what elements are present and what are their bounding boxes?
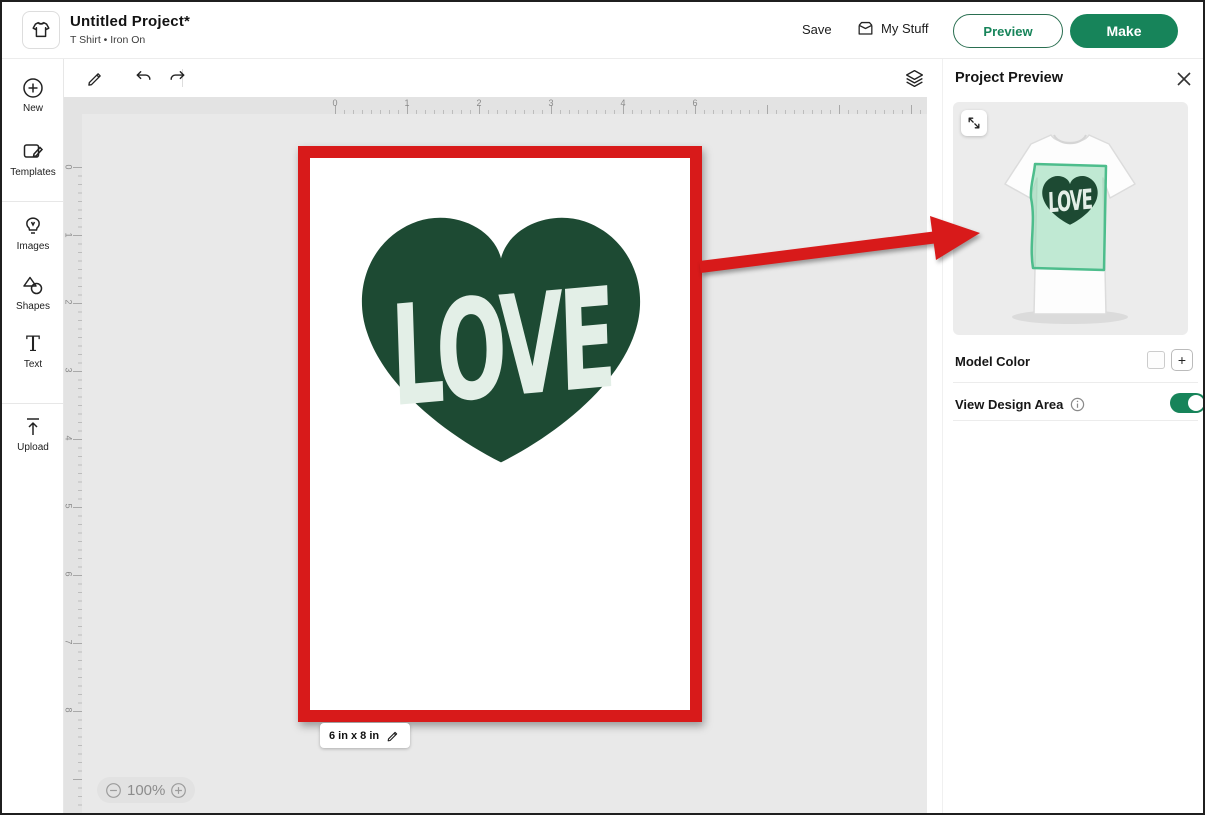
ruler-label: 3 [548, 98, 553, 108]
expand-icon[interactable] [961, 110, 987, 136]
ruler-label: 1 [404, 98, 409, 108]
my-stuff-label: My Stuff [881, 21, 928, 36]
view-design-area-label: View Design Area [955, 397, 1063, 412]
project-title: Untitled Project* [70, 13, 190, 30]
layers-icon[interactable] [902, 66, 926, 90]
sidebar-divider [2, 201, 64, 202]
shapes-icon [2, 274, 64, 298]
undo-icon[interactable] [132, 66, 156, 90]
templates-icon [2, 140, 64, 164]
ruler-ticks [73, 167, 82, 815]
sidebar-item-label: Upload [2, 442, 64, 453]
sidebar-item-label: Shapes [2, 301, 64, 312]
design-space-window: LOVE Untitled Project* T Shirt • Iron On… [0, 0, 1205, 815]
my-stuff-button[interactable]: My Stuff [856, 19, 928, 38]
mat-size-label: 6 in x 8 in [329, 730, 379, 742]
add-model-color-button[interactable]: + [1171, 349, 1193, 371]
save-button[interactable]: Save [802, 22, 832, 37]
vertical-ruler: 0 1 2 3 4 5 6 7 8 [64, 114, 82, 815]
sidebar-item-label: Text [2, 359, 64, 370]
left-sidebar: New Templates Images [2, 59, 64, 815]
my-stuff-box-icon [856, 19, 875, 38]
ruler-label: 6 [64, 571, 74, 576]
model-color-label: Model Color [955, 354, 1030, 369]
model-color-row: Model Color + [955, 349, 1196, 373]
ruler-label: 5 [64, 503, 74, 508]
ruler-label: 1 [64, 232, 74, 237]
redo-icon[interactable] [165, 66, 189, 90]
preview-button[interactable]: Preview [953, 14, 1063, 48]
tshirt-icon [30, 19, 52, 41]
shirt-preview-card [953, 102, 1188, 335]
model-color-swatch[interactable] [1147, 351, 1165, 369]
ruler-label: 0 [64, 164, 74, 169]
images-lightbulb-icon [2, 214, 64, 238]
sidebar-item-label: Templates [2, 167, 64, 178]
project-subtitle: T Shirt • Iron On [70, 34, 145, 46]
zoom-in-icon[interactable] [170, 782, 187, 799]
ruler-label: 3 [64, 367, 74, 372]
close-icon[interactable] [1173, 68, 1195, 90]
ruler-label: 8 [64, 707, 74, 712]
upload-icon [2, 415, 64, 439]
sidebar-item-templates[interactable]: Templates [2, 140, 64, 178]
sidebar-item-text[interactable]: T Text [2, 332, 64, 370]
sidebar-item-new[interactable]: New [2, 76, 64, 114]
sidebar-item-shapes[interactable]: Shapes [2, 274, 64, 312]
project-type-button[interactable] [22, 11, 60, 49]
zoom-out-icon[interactable] [105, 782, 122, 799]
ruler-label: 4 [620, 98, 625, 108]
ruler-corner [64, 97, 82, 114]
sidebar-item-label: Images [2, 241, 64, 252]
panel-divider [953, 382, 1198, 383]
ruler-label: 0 [332, 98, 337, 108]
panel-gutter [927, 59, 942, 815]
canvas-mat-page[interactable] [310, 158, 690, 710]
tshirt-mockup[interactable] [953, 102, 1188, 335]
project-preview-panel: Project Preview Model Color + [942, 59, 1205, 815]
toggle-knob [1188, 395, 1204, 411]
sidebar-item-label: New [2, 103, 64, 114]
sidebar-divider [2, 403, 64, 404]
ruler-ticks [335, 105, 927, 114]
ruler-label: 7 [64, 639, 74, 644]
ruler-label: 6 [692, 98, 697, 108]
view-design-area-toggle[interactable] [1170, 393, 1205, 413]
sidebar-item-upload[interactable]: Upload [2, 415, 64, 453]
text-icon: T [2, 332, 64, 356]
sidebar-item-images[interactable]: Images [2, 214, 64, 252]
view-design-area-row: View Design Area [955, 392, 1196, 416]
top-header: Untitled Project* T Shirt • Iron On Save… [2, 2, 1203, 59]
ruler-label: 4 [64, 435, 74, 440]
annotation-highlight-frame [298, 146, 702, 722]
zoom-level: 100% [127, 782, 165, 799]
make-button[interactable]: Make [1070, 14, 1178, 48]
panel-divider [953, 420, 1198, 421]
mat-size-chip[interactable]: 6 in x 8 in [320, 723, 410, 748]
edit-size-pencil-icon [386, 728, 401, 743]
edit-pencil-icon[interactable] [84, 66, 108, 90]
horizontal-ruler: 0 1 2 3 4 6 [82, 97, 927, 114]
panel-title: Project Preview [955, 70, 1063, 86]
ruler-label: 2 [64, 299, 74, 304]
canvas-toolbar [64, 59, 927, 97]
info-icon[interactable] [1070, 397, 1085, 412]
zoom-control: 100% [97, 777, 195, 803]
love-heart-design[interactable] [345, 202, 657, 474]
ruler-label: 2 [476, 98, 481, 108]
new-plus-icon [2, 76, 64, 100]
